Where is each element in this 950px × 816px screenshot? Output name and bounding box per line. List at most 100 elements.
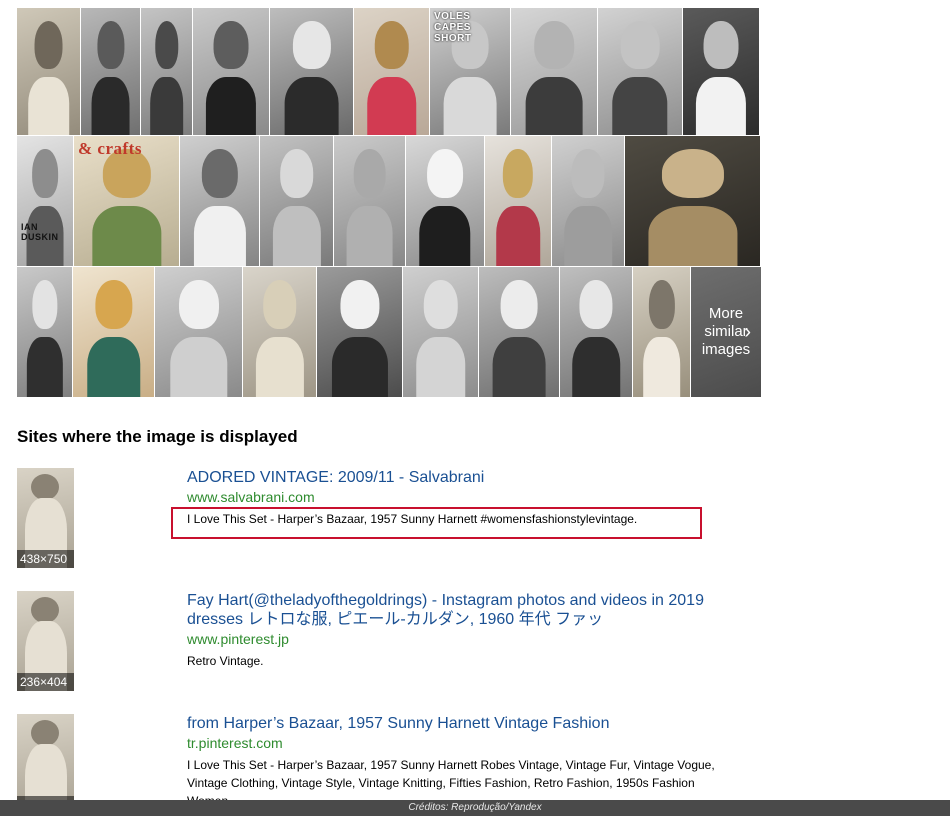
result-thumbnail[interactable]: 236×404 (17, 591, 74, 691)
figure-body (492, 337, 546, 397)
result-thumbnail[interactable]: 438×750 (17, 714, 74, 814)
similar-image-thumb[interactable] (317, 267, 402, 397)
figure-body (26, 337, 63, 397)
similar-image-thumb[interactable]: VOLES CAPES SHORT (430, 8, 510, 135)
figure-head (31, 280, 58, 330)
figure-body (443, 76, 497, 135)
similar-image-thumb[interactable] (270, 8, 353, 135)
figure-head (571, 149, 605, 199)
figure-head (154, 20, 179, 69)
figure-head (620, 20, 660, 69)
similar-image-thumb[interactable] (141, 8, 192, 135)
figure-head (34, 20, 63, 69)
figure-head (661, 149, 724, 199)
image-size-label: 438×750 (17, 550, 74, 568)
figure-body (572, 337, 620, 397)
similar-image-thumb[interactable] (406, 136, 484, 266)
figure-body (255, 337, 304, 397)
similar-image-thumb[interactable] (633, 267, 690, 397)
figure-body (564, 206, 612, 266)
figure-head (703, 20, 739, 69)
similar-image-thumb[interactable] (334, 136, 405, 266)
image-row-2: IAN DUSKIN & crafts (17, 136, 760, 266)
similar-image-thumb[interactable] (625, 136, 760, 266)
result-url[interactable]: www.salvabrani.com (187, 489, 747, 506)
result-title-link[interactable]: from Harper’s Bazaar, 1957 Sunny Harnett… (187, 714, 747, 733)
figure-head (178, 280, 219, 330)
result-title-link[interactable]: ADORED VINTAGE: 2009/11 - Salvabrani (187, 468, 747, 487)
similar-image-thumb[interactable] (180, 136, 259, 266)
section-title: Sites where the image is displayed (17, 427, 298, 446)
figure-body (642, 337, 681, 397)
figure-body (496, 206, 540, 266)
figure-head (648, 280, 675, 330)
figure-body (415, 337, 466, 397)
figure-head (96, 20, 125, 69)
figure-body (331, 337, 388, 397)
similar-image-thumb[interactable] (155, 267, 242, 397)
figure-head (374, 20, 409, 69)
similar-image-thumb[interactable] (81, 8, 140, 135)
figure-body (91, 76, 130, 135)
search-result: Fay Hart(@theladyofthegoldrings) - Insta… (187, 591, 747, 670)
figure-body (366, 76, 417, 135)
figure-body (193, 206, 246, 266)
similar-image-thumb[interactable] (193, 8, 269, 135)
similar-images-grid: VOLES CAPES SHORT IAN DUSKIN & crafts Mo… (17, 8, 761, 397)
similar-image-thumb[interactable] (511, 8, 597, 135)
similar-image-thumb[interactable]: IAN DUSKIN (17, 136, 73, 266)
figure-head (427, 149, 463, 199)
figure-head (353, 149, 386, 199)
similar-image-thumb[interactable] (552, 136, 624, 266)
similar-image-thumb[interactable] (17, 8, 80, 135)
figure-head (213, 20, 249, 69)
figure-body (647, 206, 738, 266)
similar-image-thumb[interactable] (17, 267, 72, 397)
figure-head (279, 149, 314, 199)
result-title-link[interactable]: Fay Hart(@theladyofthegoldrings) - Insta… (187, 591, 747, 629)
figure-head (502, 149, 534, 199)
similar-image-thumb[interactable] (354, 8, 429, 135)
figure-head (579, 280, 613, 330)
figure-body (612, 76, 668, 135)
figure-body (419, 206, 471, 266)
figure-body (525, 76, 583, 135)
similar-image-thumb[interactable] (485, 136, 551, 266)
image-credit: Créditos: Reprodução/Yandex (0, 800, 950, 816)
figure-body (27, 76, 70, 135)
figure-body (86, 337, 141, 397)
figure-body (169, 337, 228, 397)
figure-head (292, 20, 331, 69)
similar-image-thumb[interactable] (683, 8, 759, 135)
more-similar-images-button[interactable]: More similar images › (691, 267, 761, 397)
result-url[interactable]: tr.pinterest.com (187, 735, 747, 752)
image-caption-text: VOLES CAPES SHORT (434, 11, 472, 44)
figure-body (284, 76, 339, 135)
similar-image-thumb[interactable] (260, 136, 333, 266)
figure-head (262, 280, 297, 330)
figure-body (91, 206, 162, 266)
similar-image-thumb[interactable] (598, 8, 682, 135)
similar-image-thumb[interactable] (73, 267, 154, 397)
figure-head (94, 280, 133, 330)
figure-head (32, 149, 58, 199)
figure-head (500, 280, 538, 330)
similar-image-thumb[interactable]: & crafts (74, 136, 179, 266)
result-thumbnail[interactable]: 438×750 (17, 468, 74, 568)
image-row-3: More similar images › (17, 267, 761, 397)
similar-image-thumb[interactable] (243, 267, 316, 397)
image-caption-text: & crafts (78, 139, 142, 158)
image-caption-text: IAN DUSKIN (21, 222, 59, 242)
similar-image-thumb[interactable] (479, 267, 559, 397)
figure-body (272, 206, 321, 266)
image-size-label: 236×404 (17, 673, 74, 691)
similar-image-thumb[interactable] (560, 267, 632, 397)
figure-head (339, 280, 380, 330)
figure-body (149, 76, 184, 135)
similar-image-thumb[interactable] (403, 267, 478, 397)
figure-body (205, 76, 257, 135)
figure-body (695, 76, 747, 135)
highlight-box (171, 507, 702, 539)
search-result: from Harper’s Bazaar, 1957 Sunny Harnett… (187, 714, 747, 810)
result-url[interactable]: www.pinterest.jp (187, 631, 747, 648)
